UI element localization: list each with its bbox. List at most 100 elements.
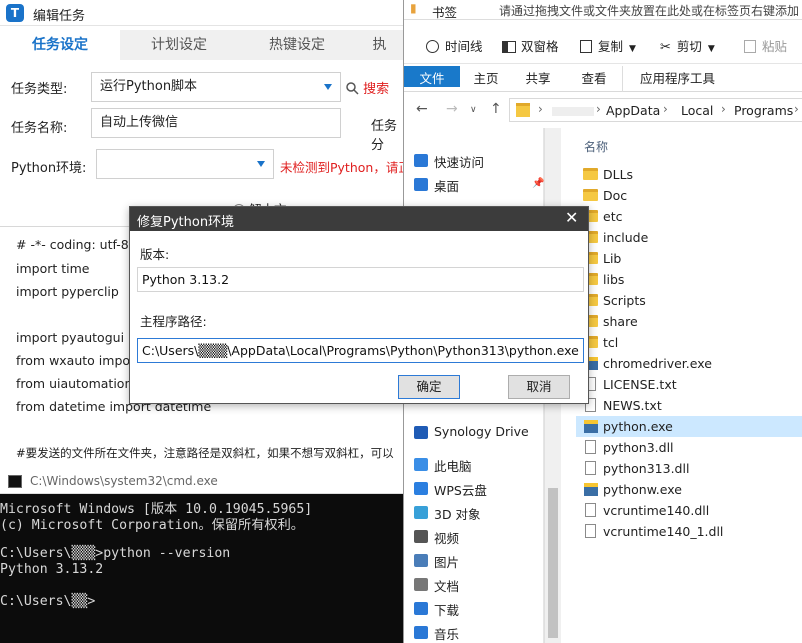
breadcrumb-appdata[interactable]: AppData (606, 103, 660, 118)
tab-hotkey-settings[interactable]: 热键设定 (238, 30, 356, 60)
file-row[interactable]: pythonw.exe (576, 479, 802, 500)
folder-icon (516, 103, 530, 117)
file-row[interactable]: vcruntime140.dll (576, 500, 802, 521)
cmd-window[interactable]: C:\Windows\system32\cmd.exe Microsoft Wi… (0, 470, 403, 643)
terminal-icon (8, 475, 22, 488)
nav-item-label[interactable]: WPS云盘 (434, 480, 487, 499)
up-arrow-icon[interactable]: ↑ (490, 101, 502, 117)
file-row[interactable]: Lib (576, 248, 802, 269)
picture-icon (414, 554, 428, 567)
task-type-select[interactable]: 运行Python脚本 (91, 72, 341, 102)
file-row[interactable]: python313.dll (576, 458, 802, 479)
address-bar-row: ← → ∨ ↑ › › AppData › Local › Programs › (404, 96, 802, 124)
nav-item-label[interactable]: 下载 (434, 600, 459, 619)
tab-schedule-settings[interactable]: 计划设定 (120, 30, 238, 60)
code-line: from wxauto impor (16, 353, 136, 368)
file-row[interactable]: NEWS.txt (576, 395, 802, 416)
close-icon[interactable]: ✕ (565, 208, 578, 227)
chevron-down-icon (257, 161, 265, 167)
file-row[interactable]: Scripts (576, 290, 802, 311)
cmd-line: Python 3.13.2 (0, 562, 104, 577)
executable-icon (584, 483, 598, 496)
tab-task-settings[interactable]: 任务设定 (0, 30, 120, 60)
clock-icon (426, 40, 439, 53)
paste-button[interactable]: 粘贴 (744, 36, 787, 55)
column-header-name[interactable]: 名称 (584, 138, 608, 155)
file-row[interactable]: tcl (576, 332, 802, 353)
file-row[interactable]: include (576, 227, 802, 248)
python-env-select[interactable] (96, 149, 274, 179)
bookmarks-hint: 请通过拖拽文件或文件夹放置在此处或在标签页右键添加 (499, 4, 800, 18)
nav-item-label[interactable]: 文档 (434, 576, 459, 595)
file-row[interactable]: Doc (576, 185, 802, 206)
cut-button[interactable]: ✂ 剪切 ▼ (660, 36, 715, 55)
file-row[interactable]: share (576, 311, 802, 332)
ribbon-tab-view[interactable]: 查看 (566, 66, 622, 92)
search-button[interactable]: 搜索 (346, 78, 389, 97)
cancel-button[interactable]: 取消 (508, 375, 570, 399)
timeline-button[interactable]: 时间线 (426, 36, 483, 55)
tab-execute[interactable]: 执 (356, 30, 403, 60)
file-row[interactable]: vcruntime140_1.dll (576, 521, 802, 542)
cmd-title: C:\Windows\system32\cmd.exe (30, 474, 218, 488)
file-name: python3.dll (603, 440, 674, 455)
cut-label: 剪切 (676, 39, 702, 54)
cmd-line: C:\Users\▒▒▒>python --version (0, 546, 231, 561)
nav-scrollbar-thumb[interactable] (548, 488, 558, 638)
nav-item-label[interactable]: 3D 对象 (434, 504, 481, 523)
ribbon-tab-home[interactable]: 主页 (460, 66, 512, 92)
task-name-input[interactable]: 自动上传微信 (91, 108, 341, 138)
file-row[interactable]: DLLs (576, 164, 802, 185)
nav-item-label[interactable]: 此电脑 (434, 456, 472, 475)
path-field[interactable]: C:\Users\▒▒▒\AppData\Local\Programs\Pyth… (137, 338, 584, 363)
ribbon-tab-share[interactable]: 共享 (512, 66, 564, 92)
code-line: import pyperclip (16, 284, 119, 299)
download-icon (414, 602, 428, 615)
file-name: tcl (603, 335, 619, 350)
copy-button[interactable]: 复制 ▼ (580, 36, 636, 55)
breadcrumb-programs[interactable]: Programs (734, 103, 793, 118)
path-label: 主程序路径: (140, 314, 207, 329)
chevron-down-icon: ▼ (629, 44, 636, 54)
code-line: from uiautomation i (16, 376, 140, 391)
file-name: vcruntime140.dll (603, 503, 710, 518)
dual-pane-button[interactable]: 双窗格 (502, 36, 559, 55)
file-row[interactable]: LICENSE.txt (576, 374, 802, 395)
forward-arrow-icon[interactable]: → (446, 101, 458, 117)
nav-item-label[interactable]: 桌面 (434, 176, 459, 195)
nav-item-label[interactable]: 图片 (434, 552, 459, 571)
breadcrumb-chevron-icon: › (721, 102, 726, 116)
task-type-value: 运行Python脚本 (100, 79, 198, 94)
nav-item-label[interactable]: Synology Drive (434, 424, 529, 439)
file-row[interactable]: python.exe (576, 416, 802, 437)
back-arrow-icon[interactable]: ← (416, 101, 428, 117)
recent-chevron-icon[interactable]: ∨ (470, 105, 477, 115)
version-field[interactable]: Python 3.13.2 (137, 267, 584, 292)
file-icon (585, 524, 596, 538)
cmd-line: (c) Microsoft Corporation。保留所有权利。 (0, 518, 304, 533)
nav-item-label[interactable]: 快速访问 (434, 152, 484, 171)
file-list: 名称 DLLs Doc etc include Lib libs Scripts share t… (576, 128, 802, 643)
video-icon (414, 530, 428, 543)
code-line: import pyautogui (16, 330, 125, 345)
nav-item-label[interactable]: 音乐 (434, 624, 459, 643)
file-row[interactable]: python3.dll (576, 437, 802, 458)
file-row[interactable]: libs (576, 269, 802, 290)
breadcrumb-local[interactable]: Local (681, 103, 713, 118)
scissors-icon: ✂ (660, 40, 671, 55)
dialog-titlebar: 修复Python环境 ✕ (130, 207, 588, 231)
paste-icon (744, 40, 756, 53)
file-row[interactable]: chromedriver.exe (576, 353, 802, 374)
computer-icon (414, 458, 428, 471)
editor-title: 编辑任务 (33, 9, 86, 24)
cmd-titlebar: C:\Windows\system32\cmd.exe (0, 470, 403, 494)
file-row[interactable]: etc (576, 206, 802, 227)
ribbon-tab-file[interactable]: 文件 (404, 66, 460, 87)
file-icon (585, 503, 596, 517)
breadcrumb-chevron-icon: › (663, 102, 668, 116)
ok-button[interactable]: 确定 (398, 375, 460, 399)
ribbon-tab-app-tools[interactable]: 应用程序工具 (622, 66, 732, 92)
copy-icon (580, 40, 592, 53)
nav-item-label[interactable]: 视频 (434, 528, 459, 547)
address-bar[interactable]: › › AppData › Local › Programs › (509, 98, 802, 122)
